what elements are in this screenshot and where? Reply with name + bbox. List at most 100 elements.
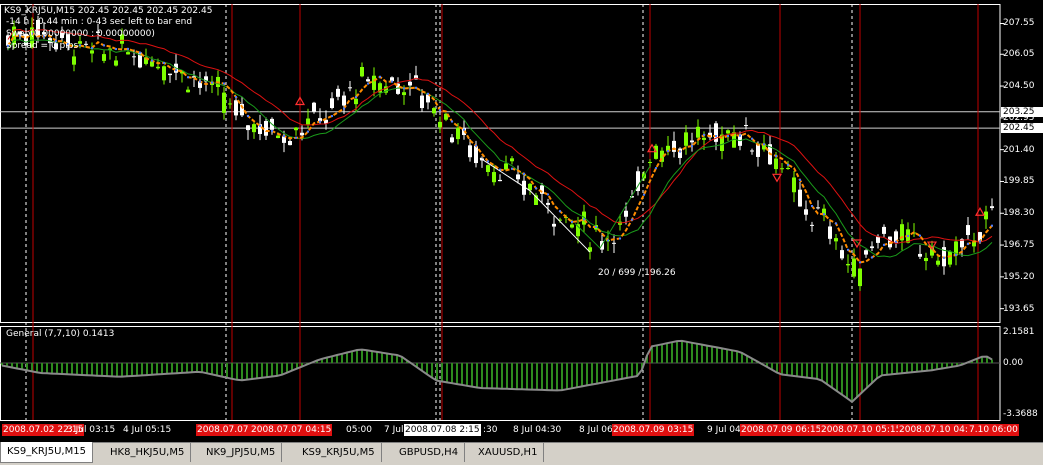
candle-body xyxy=(684,132,688,146)
ma-dot xyxy=(355,96,357,99)
ma-dot xyxy=(691,145,693,148)
ma-dot xyxy=(643,193,645,196)
ma-dot xyxy=(775,154,777,157)
ma-dot xyxy=(607,239,609,242)
candle-body xyxy=(330,98,334,108)
ma-dot xyxy=(235,96,237,99)
ma-dot xyxy=(547,193,549,196)
candle-body xyxy=(816,207,820,209)
chart-window[interactable]: KS9_KRJ5U,M15 202.45 202.45 202.45 202.4… xyxy=(0,0,1043,442)
time-axis-label: 7 Jul xyxy=(384,425,404,435)
candle-body xyxy=(72,56,76,65)
candle-body xyxy=(972,241,976,247)
ma-dot xyxy=(583,218,585,221)
candle-body xyxy=(450,137,454,143)
ma-dot xyxy=(979,240,981,243)
candle-body xyxy=(690,140,694,143)
candle-body xyxy=(348,87,352,89)
ma-dot xyxy=(751,137,753,140)
ma-dot xyxy=(115,48,117,51)
candle-body xyxy=(870,246,874,249)
candle-body xyxy=(744,125,748,127)
candle-body xyxy=(372,75,376,90)
price-chart[interactable] xyxy=(0,0,1043,442)
candle-body xyxy=(948,251,952,265)
candle-body xyxy=(612,242,616,244)
candle-body xyxy=(264,121,268,136)
candle-body xyxy=(792,177,796,193)
ma-dot xyxy=(463,128,465,131)
ma-dot xyxy=(847,248,849,251)
ma-dot xyxy=(871,256,873,259)
time-axis-label: 9 Jul 04: xyxy=(707,425,744,435)
time-axis-label: 2008.07.09 06:15 xyxy=(740,424,823,436)
candle-body xyxy=(276,135,280,139)
chart-tab-strip: KS9_KRJ5U,M15 HK8_HKJ5U,M5 NK9_JPJ5U,M5 KS9… xyxy=(0,442,1043,465)
candle-body xyxy=(90,50,94,54)
swap-info: Swap(0.00000000 : 0.00000000) xyxy=(6,29,155,39)
buy-arrow xyxy=(974,207,986,216)
candle-body xyxy=(114,60,118,66)
candle-body xyxy=(366,79,370,82)
ma-dot xyxy=(271,129,273,132)
current-price-box: 202.45 xyxy=(1001,123,1043,134)
candle-body xyxy=(474,145,478,164)
ma-dot xyxy=(715,134,717,137)
candle-body xyxy=(516,174,520,180)
candle-body xyxy=(648,161,652,163)
ma-dot xyxy=(535,187,537,190)
candle-body xyxy=(702,137,706,140)
ma-dot xyxy=(571,220,573,223)
ma-dot xyxy=(991,224,993,227)
chart-tab[interactable]: XAUUSD,H1 xyxy=(472,443,545,462)
ma-dot xyxy=(151,59,153,62)
candle-body xyxy=(186,89,190,93)
chart-tab[interactable]: GBPUSD,H4 xyxy=(393,443,466,462)
chart-tab[interactable]: KS9_KRJ5U,M15 xyxy=(0,442,93,463)
price-axis-label: 198.30 xyxy=(1003,208,1035,219)
ma-dot xyxy=(919,234,921,237)
ma-dot xyxy=(967,242,969,245)
current-price-box: 203.25 xyxy=(1001,106,1043,117)
time-axis-label: 7.10 06:00 xyxy=(968,424,1019,436)
price-pane-frame xyxy=(0,4,1001,323)
candle-body xyxy=(750,150,754,152)
ma-dot xyxy=(403,87,405,90)
candle-body xyxy=(402,92,406,96)
candle-body xyxy=(432,108,436,114)
price-axis-label: 195.20 xyxy=(1003,271,1035,282)
ma-dot xyxy=(199,80,201,83)
candle-body xyxy=(510,158,514,162)
candle-body xyxy=(162,66,166,81)
candle-body xyxy=(834,238,838,242)
ma-dot xyxy=(907,234,909,237)
chart-tab[interactable]: NK9_JPJ5U,M5 xyxy=(200,443,283,462)
candle-body xyxy=(936,260,940,265)
ma-dot xyxy=(667,150,669,153)
candle-body xyxy=(78,41,82,44)
candle-body xyxy=(774,158,778,170)
time-axis-label: 2008.07.10 05:15 xyxy=(820,424,903,436)
ma-dot xyxy=(859,261,861,264)
candle-body xyxy=(456,127,460,140)
chart-tab[interactable]: HK8_HKJ5U,M5 xyxy=(104,443,192,462)
price-axis-label: 193.65 xyxy=(1003,303,1035,314)
ma-dot xyxy=(943,256,945,259)
ma-dot xyxy=(679,150,681,153)
candle-body xyxy=(222,92,226,113)
ma-dot xyxy=(739,134,741,137)
time-axis-label: 2008.07.09 03:15 xyxy=(612,424,695,436)
candle-body xyxy=(846,263,850,266)
ma-green-line xyxy=(7,39,993,258)
ma-dot xyxy=(295,136,297,139)
candle-body xyxy=(306,118,310,125)
ma-dot xyxy=(379,75,381,78)
candle-body xyxy=(300,132,304,136)
candle-body xyxy=(492,172,496,183)
candle-body xyxy=(420,95,424,109)
chart-tab[interactable]: KS9_KRJ5U,M5 xyxy=(296,443,382,462)
ma-dot xyxy=(631,218,633,221)
ma-dot xyxy=(439,109,441,112)
candle-body xyxy=(990,206,994,209)
candle-body xyxy=(552,223,556,227)
